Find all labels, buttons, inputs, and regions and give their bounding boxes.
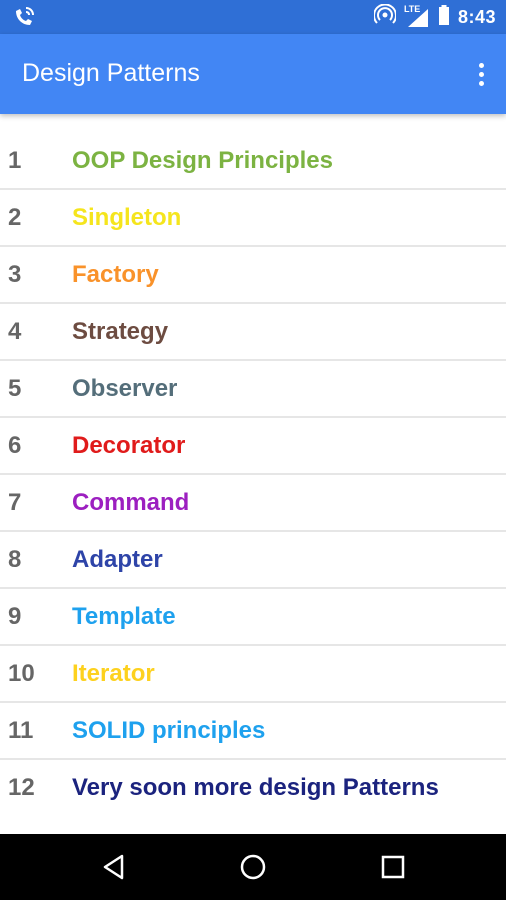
list-item-label: Iterator bbox=[72, 660, 155, 687]
list-item-number: 11 bbox=[8, 717, 34, 744]
list-item[interactable]: 3 Factory bbox=[0, 247, 506, 304]
list-item[interactable]: 12 Very soon more design Patterns bbox=[0, 760, 506, 815]
home-icon bbox=[240, 854, 266, 880]
overflow-menu-icon bbox=[478, 62, 484, 68]
list-item-number: 2 bbox=[8, 204, 22, 231]
list-item-number: 7 bbox=[8, 489, 22, 516]
list-item-number: 6 bbox=[8, 432, 22, 459]
list-item-label: Very soon more design Patterns bbox=[72, 774, 439, 801]
list-item-number: 9 bbox=[8, 603, 22, 630]
status-time: 8:43 bbox=[457, 6, 496, 27]
back-icon bbox=[103, 854, 124, 880]
hotspot-icon bbox=[372, 3, 397, 31]
overflow-menu-button[interactable] bbox=[470, 56, 492, 92]
list-item[interactable]: 11 SOLID principles bbox=[0, 703, 506, 760]
list-item[interactable]: 10 Iterator bbox=[0, 646, 506, 703]
list-item[interactable]: 6 Decorator bbox=[0, 418, 506, 475]
overflow-menu-icon-dot bbox=[478, 80, 484, 86]
list-item[interactable]: 7 Command bbox=[0, 475, 506, 532]
list-item[interactable]: 1 OOP Design Principles bbox=[0, 133, 506, 190]
list-item-label: Command bbox=[72, 489, 190, 516]
list-item-number: 5 bbox=[8, 375, 22, 402]
back-button[interactable] bbox=[94, 847, 134, 887]
navigation-bar bbox=[0, 834, 506, 900]
list-item-number: 1 bbox=[8, 147, 22, 174]
list-item[interactable]: 8 Adapter bbox=[0, 532, 506, 589]
list-item[interactable]: 4 Strategy bbox=[0, 304, 506, 361]
list-item-number: 3 bbox=[8, 261, 22, 288]
pattern-list: 1 OOP Design Principles 2 Singleton 3 Factory… bbox=[0, 133, 506, 815]
home-button[interactable] bbox=[233, 847, 273, 887]
list-item-label: Template bbox=[72, 603, 176, 630]
list-item-label: Factory bbox=[72, 261, 159, 288]
list-item-label: Singleton bbox=[72, 204, 182, 231]
list-item-label: Strategy bbox=[72, 318, 169, 345]
list-item-label: Adapter bbox=[72, 546, 163, 573]
list-item-number: 4 bbox=[8, 318, 22, 345]
list-item-label: OOP Design Principles bbox=[72, 147, 333, 174]
list-item[interactable]: 9 Template bbox=[0, 589, 506, 646]
app-bar: Design Patterns bbox=[0, 34, 506, 114]
list-item-number: 10 bbox=[8, 660, 35, 687]
list-item[interactable]: 2 Singleton bbox=[0, 190, 506, 247]
list-item-label: Observer bbox=[72, 375, 178, 402]
phone-notification-icon bbox=[12, 5, 38, 29]
overflow-menu-icon-dot bbox=[478, 71, 484, 77]
status-bar: LTE 8:43 bbox=[0, 0, 506, 34]
list-item-number: 12 bbox=[8, 774, 35, 801]
list-item-number: 8 bbox=[8, 546, 22, 573]
list-item-label: SOLID principles bbox=[72, 717, 266, 744]
page-title: Design Patterns bbox=[22, 59, 200, 87]
battery-icon bbox=[438, 4, 450, 31]
recents-icon bbox=[381, 855, 405, 879]
signal-icon: LTE bbox=[404, 4, 430, 28]
list-item-label: Decorator bbox=[72, 432, 186, 459]
list-item[interactable]: 5 Observer bbox=[0, 361, 506, 418]
recents-button[interactable] bbox=[373, 847, 413, 887]
